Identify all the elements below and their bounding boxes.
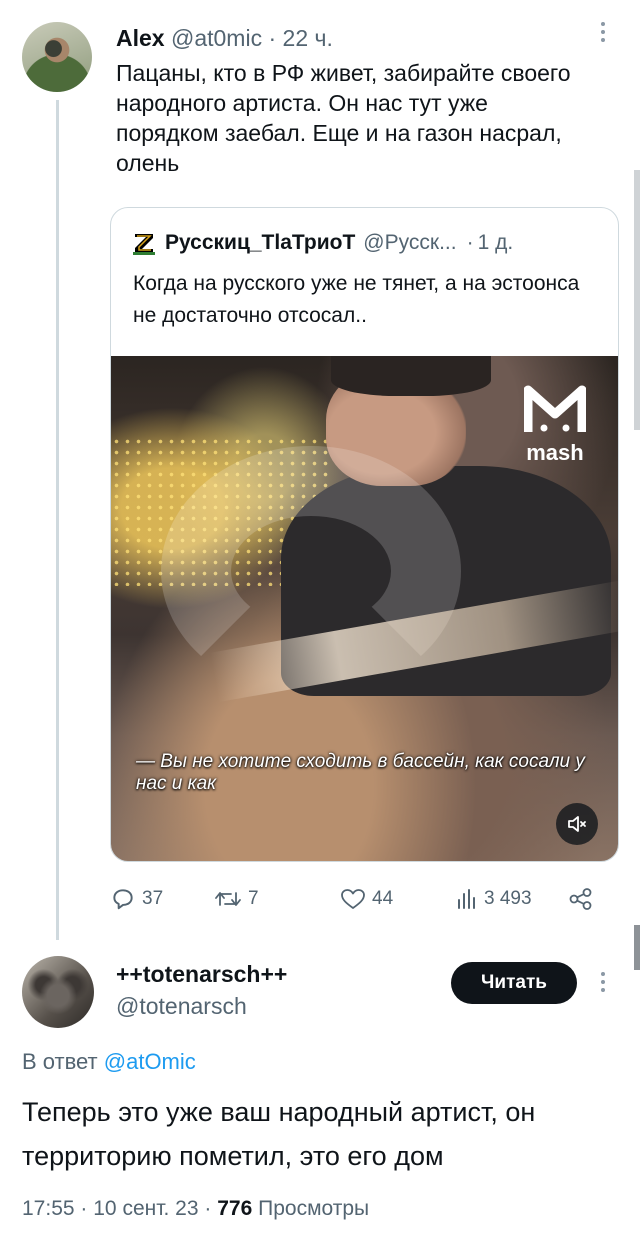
views-count: 776 [217, 1197, 253, 1220]
avatar[interactable] [22, 22, 92, 92]
reply-context: В ответ @atOmic [22, 1048, 196, 1076]
tweet-text: Теперь это уже ваш народный артист, он т… [22, 1097, 536, 1171]
tweet-time[interactable]: 17:55 [22, 1197, 75, 1220]
reply-mention-link[interactable]: @atOmic [104, 1049, 196, 1074]
video-subtitle: — Вы не хотите сходить в бассейн, как со… [136, 751, 585, 794]
retweet-button[interactable]: 7 [214, 884, 259, 914]
author-handle[interactable]: @at0mic [171, 25, 262, 51]
quoted-author-handle[interactable]: @Русск... [363, 230, 456, 256]
quoted-tweet-time[interactable]: 1 д. [478, 230, 514, 256]
z-flag-icon [133, 231, 155, 255]
quoted-tweet-text: Когда на русского уже не тянет, а на эст… [133, 272, 580, 327]
separator-dot: · [80, 1197, 88, 1220]
views-button[interactable]: 3 493 [456, 884, 532, 914]
quoted-tweet[interactable]: Русскиц_ТlaТриоТ @Русск... · 1 д. Когда … [110, 207, 619, 862]
reply-button[interactable]: 37 [110, 884, 163, 914]
mash-logo: mash [520, 384, 590, 464]
share-button[interactable] [568, 884, 594, 914]
retweet-count: 7 [248, 888, 259, 909]
reply-prefix: В ответ [22, 1049, 98, 1074]
author-name[interactable]: Alex [116, 25, 165, 51]
more-options-icon[interactable] [598, 22, 608, 48]
quoted-author-name[interactable]: Русскиц_ТlaТриоТ [165, 230, 355, 256]
follow-button[interactable]: Читать [451, 962, 577, 1004]
thread-line [56, 100, 59, 940]
author-name[interactable]: ++totenarsch++ [116, 960, 287, 988]
tweet-text: Пацаны, кто в РФ живет, забирайте своего… [116, 60, 571, 176]
like-count: 44 [372, 888, 394, 909]
tweet-time[interactable]: 22 ч. [283, 25, 333, 51]
author-handle[interactable]: @totenarsch [116, 992, 247, 1020]
more-options-icon[interactable] [598, 972, 608, 998]
reply-count: 37 [142, 888, 164, 909]
tweet-meta: 17:55 · 10 сент. 23 · 776 Просмотры [22, 1195, 369, 1223]
mash-logo-text: mash [526, 440, 584, 465]
avatar[interactable] [22, 956, 94, 1028]
separator-dot: · [466, 231, 474, 254]
video-figure-hair [331, 356, 491, 396]
retweet-icon [215, 892, 241, 906]
mash-logo-icon [520, 384, 590, 442]
heart-icon [341, 889, 365, 909]
like-button[interactable]: 44 [340, 884, 393, 914]
tweet-date[interactable]: 10 сент. 23 [93, 1197, 198, 1220]
separator-dot: · [268, 25, 277, 51]
action-bar: 37 7 44 3 493 [110, 884, 610, 914]
separator-dot: · [204, 1197, 212, 1220]
video-player[interactable]: mash — Вы не хотите сходить в бассейн, к… [111, 356, 618, 861]
tweet[interactable]: ++totenarsch++ @totenarsch Читать В отве… [0, 940, 640, 1249]
views-label: Просмотры [258, 1197, 370, 1220]
mute-button[interactable] [556, 803, 598, 845]
views-chart-icon [458, 889, 475, 909]
tweet[interactable]: Alex @at0mic · 22 ч. Пацаны, кто в РФ жи… [0, 0, 640, 940]
views-count: 3 493 [484, 888, 532, 909]
share-icon [569, 888, 592, 910]
tweet-header: Alex @at0mic · 22 ч. [116, 24, 333, 52]
reply-icon [113, 889, 133, 910]
speaker-muted-icon [568, 816, 586, 832]
quoted-tweet-header: Русскиц_ТlaТриоТ @Русск... · 1 д. [133, 230, 513, 256]
